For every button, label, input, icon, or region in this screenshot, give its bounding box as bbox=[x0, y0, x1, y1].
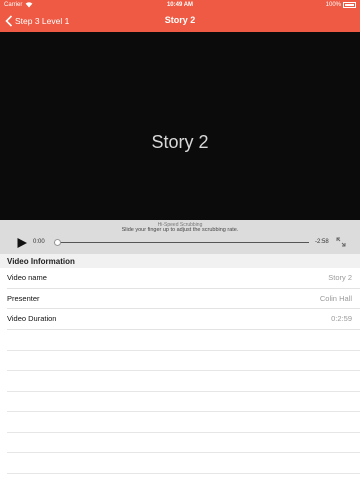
status-bar: Carrier 10:49 AM 100% bbox=[0, 0, 360, 10]
empty-row bbox=[7, 453, 360, 474]
video-information-header: Video Information bbox=[0, 254, 360, 268]
row-value: Story 2 bbox=[328, 273, 352, 282]
info-row-presenter: Presenter Colin Hall bbox=[7, 289, 360, 309]
scrubber-knob[interactable] bbox=[53, 239, 61, 246]
current-time: 0:00 bbox=[33, 239, 45, 245]
battery-icon bbox=[343, 2, 356, 8]
empty-row bbox=[7, 412, 360, 433]
empty-table-rows bbox=[0, 330, 360, 474]
empty-row bbox=[7, 351, 360, 371]
video-title: Story 2 bbox=[151, 132, 209, 152]
row-value: Colin Hall bbox=[319, 293, 352, 303]
info-row-video-duration: Video Duration 0:2:59 bbox=[7, 309, 360, 330]
fullscreen-button[interactable] bbox=[336, 237, 346, 247]
scrubber-track[interactable] bbox=[53, 239, 309, 246]
video-player[interactable]: Story 2 bbox=[0, 32, 360, 220]
empty-row bbox=[7, 371, 360, 392]
row-label: Video name bbox=[7, 273, 47, 282]
remaining-time: -2:58 bbox=[315, 239, 329, 245]
status-time: 10:49 AM bbox=[166, 2, 194, 8]
empty-row bbox=[7, 330, 360, 351]
play-icon bbox=[17, 238, 27, 248]
video-info-list: Video name Story 2 Presenter Colin Hall … bbox=[0, 268, 360, 330]
row-label: Presenter bbox=[7, 293, 40, 303]
play-button[interactable] bbox=[16, 237, 28, 249]
page-title: Story 2 bbox=[164, 15, 196, 25]
row-label: Video Duration bbox=[7, 314, 57, 323]
empty-row bbox=[7, 433, 360, 453]
row-value: 0:2:59 bbox=[331, 314, 352, 323]
info-row-video-name: Video name Story 2 bbox=[7, 268, 360, 289]
empty-row bbox=[7, 392, 360, 412]
expand-icon bbox=[336, 237, 346, 247]
scrub-hint-text: Slide your finger up to adjust the scrub… bbox=[121, 227, 239, 233]
battery-percent: 100% bbox=[325, 2, 341, 8]
player-controls: Hi-Speed Scrubbing Slide your finger up … bbox=[0, 220, 360, 254]
navigation-bar: Step 3 Level 1 Story 2 bbox=[0, 10, 360, 32]
